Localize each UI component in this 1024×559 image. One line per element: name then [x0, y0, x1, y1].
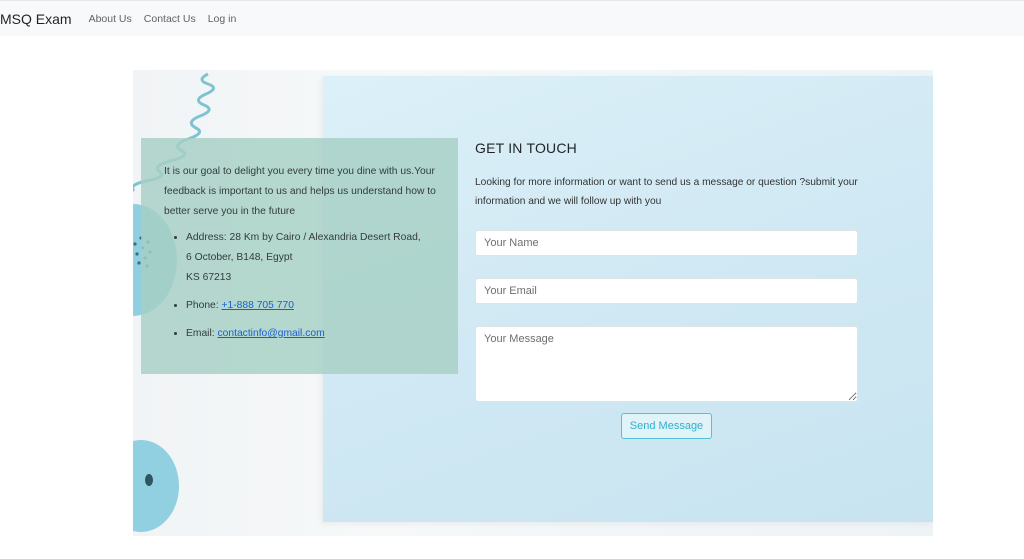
email-item: Email: contactinfo@gmail.com [186, 324, 436, 344]
contact-info-box: It is our goal to delight you every time… [141, 138, 458, 374]
email-label: Email: [186, 328, 218, 339]
address-line-1: 28 Km by Cairo / Alexandria Desert Road, [229, 232, 421, 243]
phone-link[interactable]: +1-888 705 770 [222, 300, 294, 311]
nav-link-log-in[interactable]: Log in [208, 13, 237, 25]
email-input[interactable] [475, 278, 858, 304]
brand-logo-link[interactable]: MSQ Exam [0, 11, 72, 27]
message-textarea[interactable] [475, 326, 858, 402]
navbar: MSQ Exam About Us Contact Us Log in [0, 0, 1024, 36]
name-input[interactable] [475, 230, 858, 256]
nav-link-contact-us[interactable]: Contact Us [144, 13, 196, 25]
phone-item: Phone: +1-888 705 770 [186, 296, 436, 316]
phone-earpiece-decoration [133, 440, 179, 532]
address-item: Address: 28 Km by Cairo / Alexandria Des… [186, 228, 436, 288]
contact-details-list: Address: 28 Km by Cairo / Alexandria Des… [186, 228, 436, 344]
form-description: Looking for more information or want to … [475, 177, 858, 207]
email-link[interactable]: contactinfo@gmail.com [217, 328, 324, 339]
address-label: Address: [186, 232, 230, 243]
send-message-button[interactable]: Send Message [621, 413, 712, 439]
nav-link-about-us[interactable]: About Us [89, 13, 132, 25]
form-title: GET IN TOUCH [475, 140, 577, 156]
intro-text: It is our goal to delight you every time… [164, 166, 436, 217]
address-line-3: KS 67213 [186, 272, 232, 283]
address-line-2: 6 October, B148, Egypt [186, 252, 293, 263]
contact-form: GET IN TOUCH Looking for more informatio… [475, 140, 858, 439]
phone-label: Phone: [186, 300, 222, 311]
